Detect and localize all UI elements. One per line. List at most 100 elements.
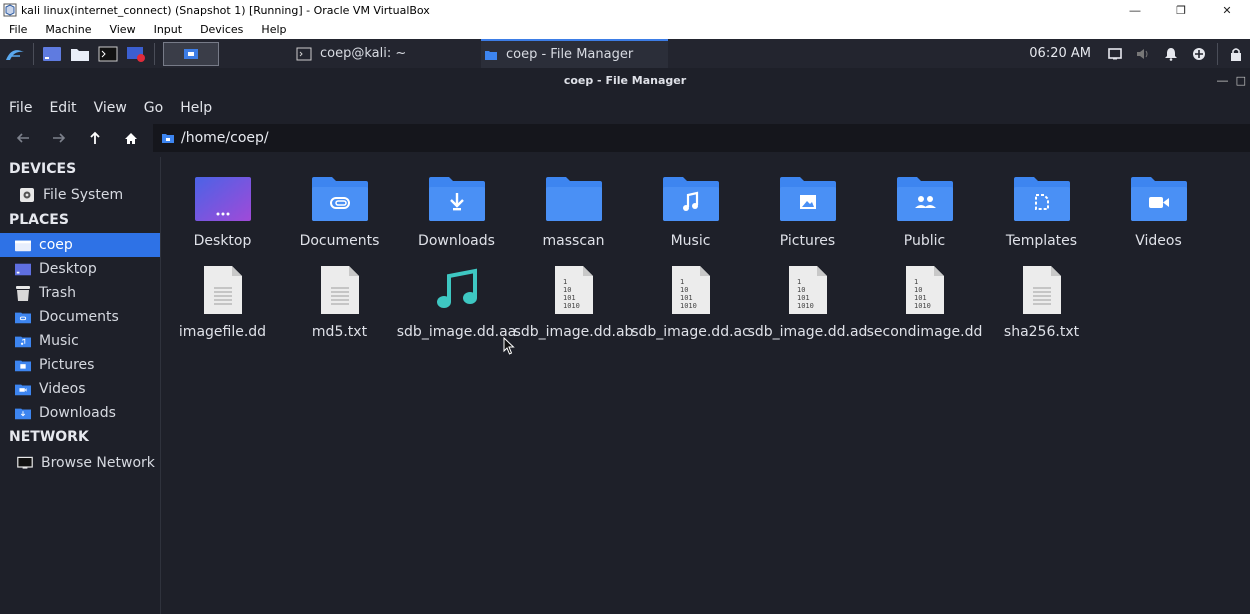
file-item-pictures[interactable]: Pictures bbox=[749, 163, 866, 253]
menu-go[interactable]: Go bbox=[135, 100, 163, 116]
file-item-sha256-txt[interactable]: sha256.txt bbox=[983, 254, 1100, 344]
file-item-label: masscan bbox=[542, 233, 605, 249]
panel-separator bbox=[33, 42, 34, 65]
browser-launcher-icon[interactable] bbox=[125, 44, 147, 64]
vbox-menu-machine[interactable]: Machine bbox=[36, 23, 100, 36]
music-icon bbox=[15, 333, 31, 349]
sidebar-item-downloads[interactable]: Downloads bbox=[0, 401, 160, 425]
file-item-music[interactable]: Music bbox=[632, 163, 749, 253]
sidebar-item-music[interactable]: Music bbox=[0, 329, 160, 353]
file-item-secondimage-dd[interactable]: 1 10 101 1010 secondimage.dd bbox=[866, 254, 983, 344]
binary-glyph-line: 1 bbox=[680, 278, 684, 286]
taskbar-item-label: coep - File Manager bbox=[506, 47, 634, 62]
file-item-md5-txt[interactable]: md5.txt bbox=[281, 254, 398, 344]
file-view[interactable]: Desktop Documents Downloads masscan Musi… bbox=[162, 157, 1250, 614]
downloads-icon bbox=[15, 405, 31, 421]
public-folder-icon bbox=[893, 171, 957, 227]
panel-clock[interactable]: 06:20 AM bbox=[1029, 46, 1091, 61]
file-manager-toolbar: /home/coep/ bbox=[0, 121, 1250, 155]
sidebar-heading-network: NETWORK bbox=[9, 429, 89, 445]
menu-help[interactable]: Help bbox=[171, 100, 212, 116]
sidebar-item-desktop[interactable]: Desktop bbox=[0, 257, 160, 281]
vbox-menu-file[interactable]: File bbox=[0, 23, 36, 36]
up-button[interactable] bbox=[77, 121, 113, 155]
file-item-imagefile-dd[interactable]: imagefile.dd bbox=[164, 254, 281, 344]
vbox-menu-view[interactable]: View bbox=[100, 23, 144, 36]
sidebar-item-trash[interactable]: Trash bbox=[0, 281, 160, 305]
taskbar-item-file-manager[interactable]: coep - File Manager bbox=[481, 39, 668, 68]
file-item-label: Desktop bbox=[193, 233, 252, 249]
notifications-icon[interactable] bbox=[1157, 39, 1185, 68]
sidebar-item-label: Music bbox=[39, 333, 79, 349]
home-button[interactable] bbox=[113, 121, 149, 155]
kali-menu-icon[interactable] bbox=[4, 44, 26, 64]
binary-glyph-line: 101 bbox=[797, 294, 810, 302]
file-item-label: Templates bbox=[1005, 233, 1078, 249]
binary-file-icon: 1 10 101 1010 bbox=[542, 262, 606, 318]
file-item-templates[interactable]: Templates bbox=[983, 163, 1100, 253]
sidebar-item-coep[interactable]: coep bbox=[0, 233, 160, 257]
menu-file[interactable]: File bbox=[0, 100, 32, 116]
window-minimize-icon[interactable]: ― bbox=[1217, 68, 1228, 94]
home-folder-icon bbox=[15, 237, 31, 253]
file-item-sdb-image-dd-ad[interactable]: 1 10 101 1010 sdb_image.dd.ad bbox=[748, 254, 867, 344]
drive-icon bbox=[19, 187, 35, 203]
vbox-menu-input[interactable]: Input bbox=[145, 23, 191, 36]
file-item-sdb-image-dd-aa[interactable]: sdb_image.dd.aa bbox=[397, 254, 516, 344]
file-item-downloads[interactable]: Downloads bbox=[398, 163, 515, 253]
network-status-icon[interactable] bbox=[1185, 39, 1213, 68]
sidebar-heading-devices: DEVICES bbox=[9, 161, 77, 177]
lock-icon[interactable] bbox=[1222, 39, 1250, 68]
file-item-masscan[interactable]: masscan bbox=[515, 163, 632, 253]
close-icon[interactable]: ✕ bbox=[1204, 0, 1250, 20]
volume-icon[interactable] bbox=[1129, 39, 1157, 68]
sidebar-item-file-system[interactable]: File System bbox=[0, 182, 160, 208]
back-button[interactable] bbox=[5, 121, 41, 155]
binary-glyph-line: 1 bbox=[563, 278, 567, 286]
file-item-sdb-image-dd-ac[interactable]: 1 10 101 1010 sdb_image.dd.ac bbox=[631, 254, 750, 344]
sidebar-item-browse-network[interactable]: Browse Network bbox=[0, 450, 160, 476]
menu-edit[interactable]: Edit bbox=[40, 100, 76, 116]
vbox-menu-bar: File Machine View Input Devices Help bbox=[0, 20, 1250, 39]
location-bar[interactable]: /home/coep/ bbox=[153, 124, 1250, 152]
window-maximize-icon[interactable]: □ bbox=[1236, 68, 1246, 94]
videos-icon bbox=[15, 381, 31, 397]
templates-folder-icon bbox=[1010, 171, 1074, 227]
documents-folder-icon bbox=[308, 171, 372, 227]
pictures-folder-icon bbox=[776, 171, 840, 227]
restore-icon[interactable]: ❐ bbox=[1158, 0, 1204, 20]
sidebar-item-videos[interactable]: Videos bbox=[0, 377, 160, 401]
text-file-icon bbox=[1010, 262, 1074, 318]
sidebar-item-label: Trash bbox=[39, 285, 76, 301]
file-item-sdb-image-dd-ab[interactable]: 1 10 101 1010 sdb_image.dd.ab bbox=[514, 254, 633, 344]
file-item-label: Public bbox=[903, 233, 946, 249]
binary-glyph-line: 1010 bbox=[914, 302, 931, 310]
file-manager-menu-bar: File Edit View Go Help bbox=[0, 94, 1250, 121]
file-item-desktop[interactable]: Desktop bbox=[164, 163, 281, 253]
binary-glyph-line: 10 bbox=[680, 286, 688, 294]
display-icon[interactable] bbox=[1101, 39, 1129, 68]
file-item-label: Music bbox=[670, 233, 711, 249]
desktop-folder-icon bbox=[191, 171, 255, 227]
videos-folder-icon bbox=[1127, 171, 1191, 227]
file-item-videos[interactable]: Videos bbox=[1100, 163, 1217, 253]
sidebar-item-pictures[interactable]: Pictures bbox=[0, 353, 160, 377]
show-desktop-icon[interactable] bbox=[41, 44, 63, 64]
minimize-icon[interactable]: ― bbox=[1112, 0, 1158, 20]
file-item-documents[interactable]: Documents bbox=[281, 163, 398, 253]
music-folder-icon bbox=[659, 171, 723, 227]
workspace-switcher[interactable] bbox=[163, 41, 219, 66]
terminal-launcher-icon[interactable] bbox=[97, 44, 119, 64]
vbox-menu-devices[interactable]: Devices bbox=[191, 23, 252, 36]
forward-button[interactable] bbox=[41, 121, 77, 155]
menu-view[interactable]: View bbox=[85, 100, 127, 116]
file-manager-launcher-icon[interactable] bbox=[69, 44, 91, 64]
vbox-window-title: kali linux(internet_connect) (Snapshot 1… bbox=[21, 3, 430, 17]
file-item-label: Videos bbox=[1135, 233, 1182, 249]
pictures-icon bbox=[15, 357, 31, 373]
file-item-public[interactable]: Public bbox=[866, 163, 983, 253]
vbox-menu-help[interactable]: Help bbox=[252, 23, 295, 36]
taskbar-item-terminal[interactable]: coep@kali: ~ bbox=[290, 39, 480, 68]
audio-file-icon bbox=[425, 262, 489, 318]
sidebar-item-documents[interactable]: Documents bbox=[0, 305, 160, 329]
